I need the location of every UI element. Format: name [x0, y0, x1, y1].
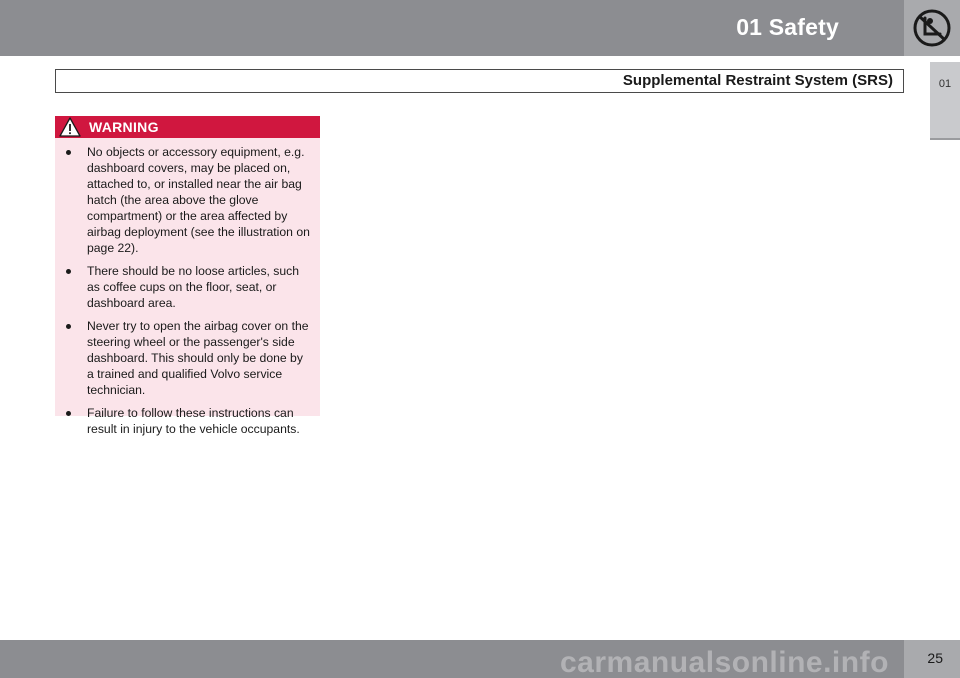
warning-item: There should be no loose articles, such …	[55, 263, 312, 311]
warning-item-text: There should be no loose articles, such …	[87, 264, 300, 310]
chapter-icon-box	[904, 0, 960, 56]
page-number-box: 25	[904, 640, 960, 678]
warning-item-text: Never try to open the airbag cover on th…	[87, 319, 309, 397]
warning-title: WARNING	[89, 119, 159, 135]
section-title: Supplemental Restraint System (SRS)	[622, 72, 893, 89]
page-number: 25	[927, 650, 943, 666]
warning-item-text: No objects or accessory equipment, e.g. …	[87, 145, 310, 255]
warning-item: Never try to open the airbag cover on th…	[55, 318, 312, 398]
chapter-tab-label: 01	[938, 78, 952, 90]
chapter-tab: 01	[930, 62, 960, 140]
warning-item-text: Failure to follow these instructions can…	[87, 406, 300, 436]
bullet-icon	[66, 269, 71, 274]
header-band: 01 Safety	[0, 0, 904, 56]
warning-item: No objects or accessory equipment, e.g. …	[55, 144, 312, 256]
manual-page: 01 Safety Supplemental Restraint System …	[0, 0, 960, 678]
warning-item: Failure to follow these instructions can…	[55, 405, 312, 437]
warning-triangle-icon	[59, 117, 81, 137]
seat-airbag-icon	[913, 9, 951, 47]
bullet-icon	[66, 324, 71, 329]
watermark: carmanualsonline.info	[560, 646, 889, 678]
section-title-bar: Supplemental Restraint System (SRS)	[55, 69, 904, 93]
side-strip	[930, 56, 960, 640]
warning-list: No objects or accessory equipment, e.g. …	[55, 138, 320, 437]
bullet-icon	[66, 411, 71, 416]
chapter-title: 01 Safety	[736, 14, 839, 40]
warning-header: WARNING	[55, 116, 320, 138]
warning-box: WARNING No objects or accessory equipmen…	[55, 116, 320, 436]
bullet-icon	[66, 150, 71, 155]
